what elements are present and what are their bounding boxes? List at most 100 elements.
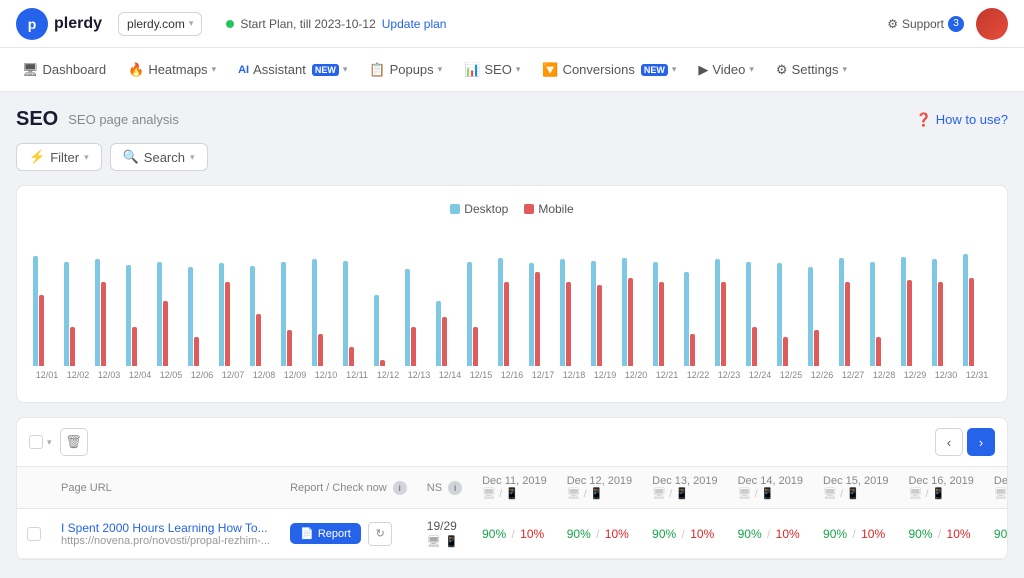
question-icon: ❓ [916,112,932,128]
how-to-use-link[interactable]: ❓ How to use? [916,112,1008,128]
chart-bars [33,226,991,366]
bar-group [808,267,836,366]
bar-group [777,263,805,366]
desktop-legend-dot [450,204,460,214]
chart-date-label: 12/20 [622,370,650,380]
refresh-button[interactable]: ↻ [368,522,392,546]
mobile-bar [690,334,695,367]
chart-date-label: 12/31 [963,370,991,380]
row-ns-cell: 19/29 🖥 📱 [417,509,472,559]
stat-desktop: 90% [567,527,591,541]
how-to-use-label: How to use? [936,112,1008,127]
page-url-sub: https://novena.pro/novosti/propal-rezhim… [61,535,270,547]
col-page-url: Page URL [51,467,280,509]
bar-group [591,261,619,366]
domain-selector[interactable]: plerdy.com ▾ [118,12,202,36]
nav-label: SEO [484,62,511,77]
desktop-bar [467,262,472,366]
bar-group [498,258,526,366]
chart-date-label: 12/06 [188,370,216,380]
bar-group [281,262,309,366]
plan-text: Start Plan, till 2023-10-12 [240,17,375,31]
chart-date-label: 12/14 [436,370,464,380]
nav-item-dashboard[interactable]: 🖥 Dashboard [12,56,116,84]
stat-separator: / [767,527,774,541]
mobile-bar [504,282,509,367]
stat-desktop: 90% [908,527,932,541]
search-button[interactable]: 🔍 Search ▾ [110,143,208,171]
info-icon[interactable]: i [448,481,462,495]
stat-desktop: 90% [482,527,506,541]
chevron-down-icon[interactable]: ▾ [47,437,52,448]
bar-group [436,301,464,366]
stat-cell-6: 90% / 10% [984,509,1007,559]
page-url-link[interactable]: I Spent 2000 Hours Learning How To... [61,521,270,535]
mobile-bar [535,272,540,366]
col-dec17: Dec 17, 2019 🖥 / 📱 [984,467,1007,509]
info-icon[interactable]: i [393,481,407,495]
chevron-down-icon: ▾ [212,64,217,75]
select-all-checkbox[interactable] [29,435,43,449]
chevron-down-icon: ▾ [84,152,89,163]
nav-item-settings[interactable]: ⚙ Settings ▾ [766,56,857,84]
col-dec14: Dec 14, 2019 🖥 / 📱 [728,467,813,509]
desktop-bar [777,263,782,366]
chevron-down-icon: ▾ [749,64,754,75]
conversions-icon: 🔽 [542,62,558,78]
prev-page-button[interactable]: ‹ [935,428,963,456]
stat-desktop: 90% [652,527,676,541]
desktop-bar [126,265,131,366]
nav-item-heatmaps[interactable]: 🔥 Heatmaps ▾ [118,56,226,84]
page-subtitle: SEO page analysis [68,112,179,127]
desktop-icon: 🖥 [427,535,441,548]
bar-group [312,259,340,366]
chart-legend: Desktop Mobile [33,202,991,216]
chart-date-label: 12/22 [684,370,712,380]
mobile-bar [70,327,75,366]
update-plan-link[interactable]: Update plan [382,17,447,31]
settings-icon: ⚙ [776,62,788,78]
delete-button[interactable]: 🗑 [60,428,88,456]
desktop-bar [529,263,534,366]
desktop-legend: Desktop [450,202,508,216]
logo-icon: p [16,8,48,40]
mobile-bar [39,295,44,367]
table-scroll[interactable]: Page URL Report / Check now i NS i Dec 1… [17,467,1007,559]
bar-group [715,259,743,366]
report-button[interactable]: 📄 Report [290,523,361,544]
chart-date-label: 12/09 [281,370,309,380]
desktop-bar [591,261,596,366]
desktop-bar [374,295,379,367]
stat-desktop: 90% [738,527,762,541]
desktop-bar [64,262,69,366]
mobile-bar [442,317,447,366]
desktop-bar [312,259,317,366]
chevron-down-icon: ▾ [516,64,521,75]
nav-item-video[interactable]: ▶ Video ▾ [688,56,764,84]
next-page-button[interactable]: › [967,428,995,456]
chart-date-label: 12/30 [932,370,960,380]
nav-item-conversions[interactable]: 🔽 Conversions NEW ▾ [532,56,686,84]
logo-text: plerdy [54,15,102,33]
chart-date-label: 12/13 [405,370,433,380]
nav-item-popups[interactable]: 📋 Popups ▾ [359,56,452,84]
row-checkbox[interactable] [27,527,41,541]
search-label: Search [144,150,185,165]
stat-cell-4: 90% / 10% [813,509,898,559]
nav-item-assistant[interactable]: AI Assistant NEW ▾ [228,56,357,83]
new-badge: NEW [641,64,668,76]
support-button[interactable]: ⚙ Support 3 [887,16,964,32]
col-checkbox [17,467,51,509]
chart-date-label: 12/10 [312,370,340,380]
chart-date-label: 12/12 [374,370,402,380]
bar-group [529,263,557,366]
user-avatar[interactable] [976,8,1008,40]
chart-date-label: 12/16 [498,370,526,380]
logo: p plerdy [16,8,102,40]
bar-group [467,262,495,366]
desktop-bar [932,259,937,366]
filter-icon: ⚡ [29,149,45,165]
filter-button[interactable]: ⚡ Filter ▾ [16,143,102,171]
mobile-bar [628,278,633,366]
nav-item-seo[interactable]: 📊 SEO ▾ [454,56,530,84]
